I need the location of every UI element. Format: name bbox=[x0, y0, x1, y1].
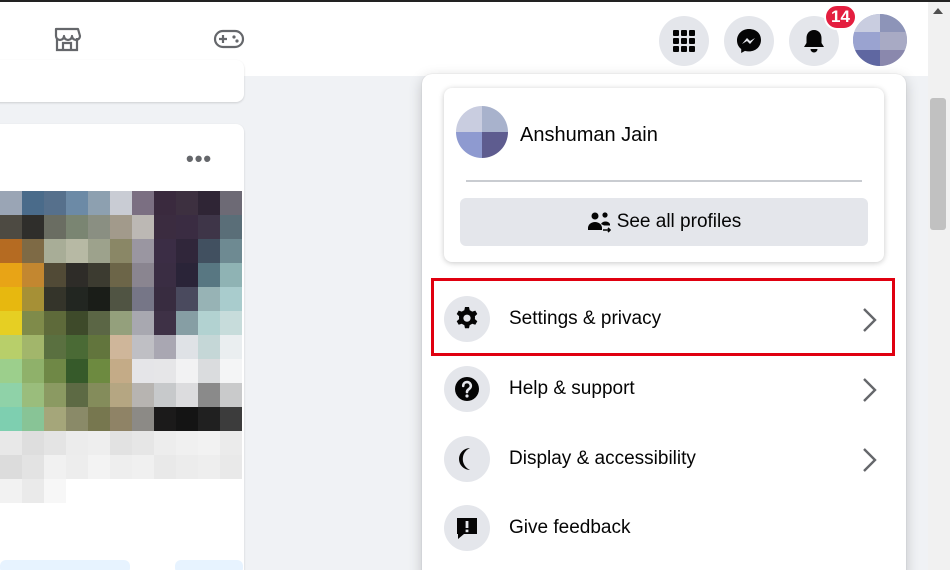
marketplace-icon[interactable] bbox=[50, 22, 84, 56]
menu-item-help-support[interactable]: Help & support bbox=[434, 356, 892, 420]
menu-grid-button[interactable] bbox=[659, 16, 709, 66]
menu-grid-icon bbox=[673, 30, 695, 52]
scroll-up-arrow-icon[interactable] bbox=[933, 8, 943, 14]
feed-card bbox=[0, 60, 244, 102]
profile-name: Anshuman Jain bbox=[520, 124, 658, 146]
feedback-icon bbox=[444, 505, 490, 551]
moon-icon bbox=[444, 436, 490, 482]
messenger-icon bbox=[737, 29, 761, 53]
question-icon bbox=[444, 366, 490, 412]
avatar bbox=[456, 106, 508, 158]
menu-item-give-feedback[interactable]: Give feedback bbox=[434, 495, 892, 559]
more-options-icon[interactable]: ••• bbox=[186, 148, 214, 172]
post-image[interactable] bbox=[0, 191, 242, 527]
see-all-profiles-label: See all profiles bbox=[616, 211, 742, 232]
post-action-button[interactable] bbox=[0, 560, 130, 570]
see-all-profiles-button[interactable]: See all profiles bbox=[460, 198, 868, 246]
account-avatar-button[interactable] bbox=[853, 14, 907, 66]
chevron-right-icon bbox=[863, 378, 877, 402]
messenger-button[interactable] bbox=[724, 16, 774, 66]
switch-profiles-icon bbox=[587, 212, 611, 233]
profile-link[interactable]: Anshuman Jain bbox=[456, 106, 876, 162]
divider bbox=[466, 180, 862, 182]
scrollbar-thumb[interactable] bbox=[930, 98, 946, 230]
post-action-button[interactable] bbox=[175, 560, 243, 570]
bell-icon bbox=[804, 30, 824, 53]
highlight-box bbox=[431, 278, 895, 356]
menu-item-display-accessibility[interactable]: Display & accessibility bbox=[434, 426, 892, 490]
gaming-icon[interactable] bbox=[212, 22, 246, 56]
menu-item-label: Help & support bbox=[509, 378, 635, 399]
menu-item-label: Give feedback bbox=[509, 517, 631, 538]
menu-item-label: Display & accessibility bbox=[509, 448, 696, 469]
scrollbar-track[interactable] bbox=[928, 2, 950, 570]
chevron-right-icon bbox=[863, 448, 877, 472]
notification-count-badge: 14 bbox=[824, 4, 857, 30]
